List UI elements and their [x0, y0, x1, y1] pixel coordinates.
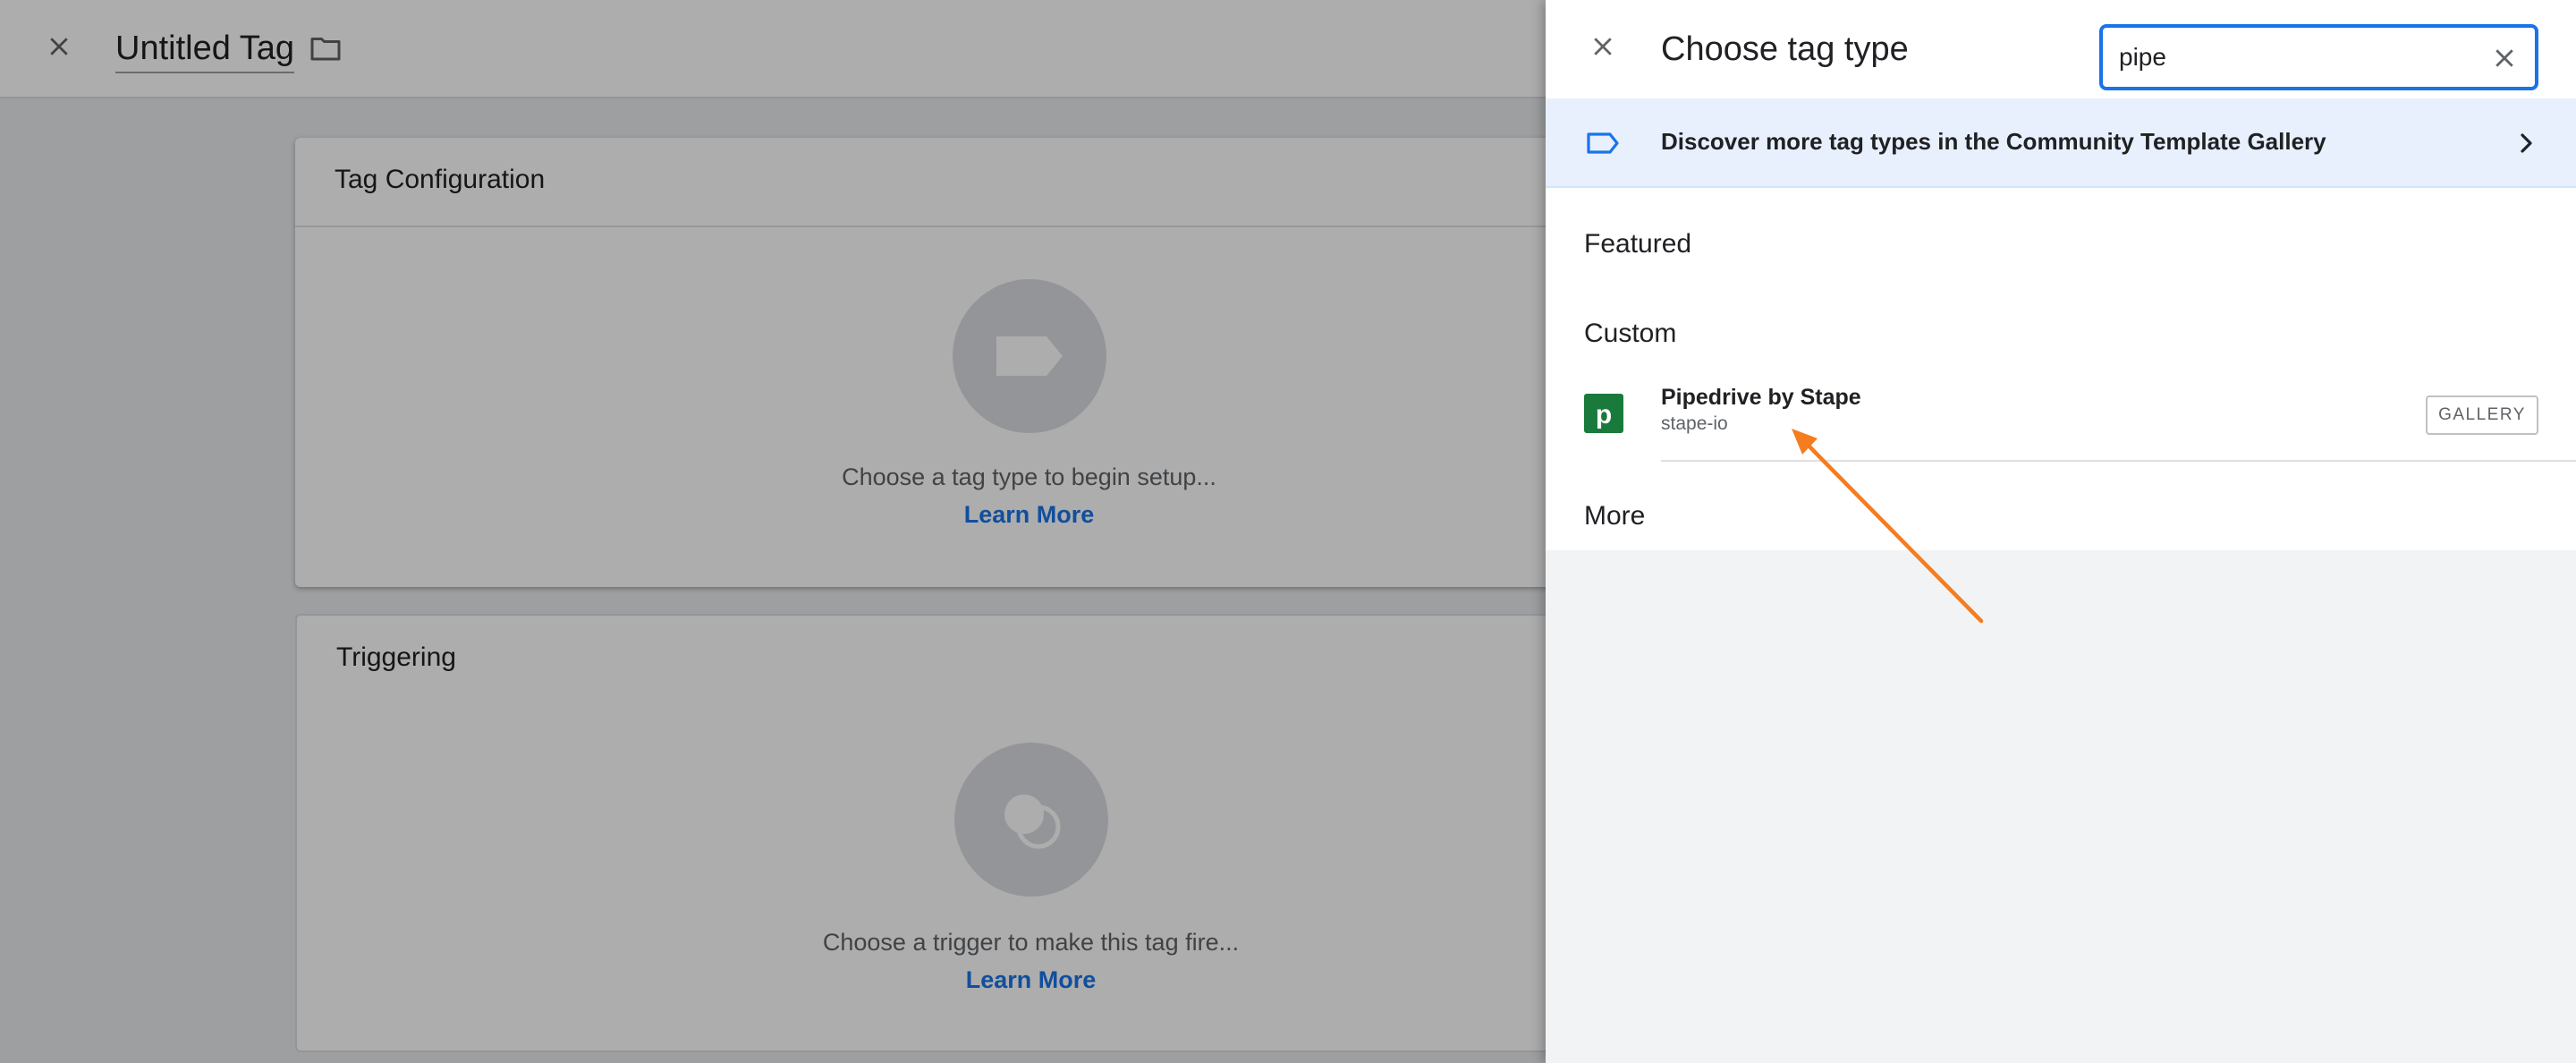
template-name: Pipedrive by Stape — [1661, 385, 1861, 410]
section-featured: Featured — [1584, 229, 1692, 259]
panel-title: Choose tag type — [1661, 30, 1909, 68]
section-custom: Custom — [1584, 319, 1677, 348]
community-gallery-banner[interactable]: Discover more tag types in the Community… — [1546, 98, 2576, 188]
chevron-right-icon — [2521, 133, 2532, 153]
close-icon[interactable] — [1583, 27, 1623, 66]
search-input[interactable] — [2119, 38, 2477, 76]
tag-outline-icon — [1587, 132, 1619, 154]
search-box — [2099, 24, 2538, 90]
logo-letter: p — [1596, 400, 1612, 429]
panel-header: Choose tag type — [1546, 0, 2576, 98]
tag-type-list: Featured Custom p Pipedrive by Stape sta… — [1546, 188, 2576, 550]
pipedrive-logo-icon: p — [1584, 394, 1623, 433]
gallery-badge: GALLERY — [2426, 395, 2538, 435]
clear-icon[interactable] — [2485, 38, 2524, 78]
choose-tag-type-panel: Choose tag type Discover more tag types … — [1546, 0, 2576, 1063]
banner-text: Discover more tag types in the Community… — [1661, 128, 2326, 155]
section-more: More — [1584, 501, 1646, 531]
divider — [1661, 460, 2576, 462]
template-owner: stape-io — [1661, 413, 1728, 434]
